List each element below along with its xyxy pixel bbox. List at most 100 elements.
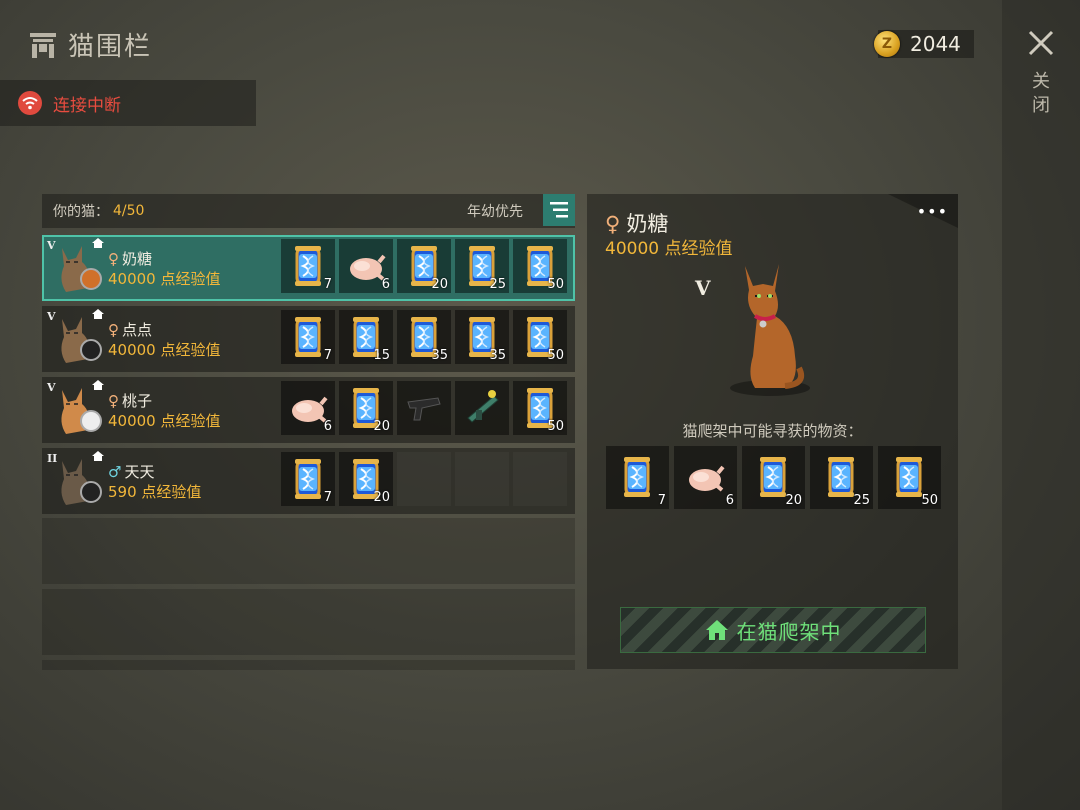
cat-xp: 40000 点经验值 [108,412,221,430]
more-options-button[interactable]: ••• [917,202,948,221]
in-cat-tree-label: 在猫爬架中 [736,619,842,644]
coin-amount: 2044 [910,32,961,56]
item-quantity: 7 [657,493,666,508]
home-icon [92,380,104,390]
item-slot-chicken[interactable]: 6 [339,239,393,293]
female-icon: ♀ [108,321,119,339]
female-icon: ♀ [605,212,621,236]
item-slot-dna[interactable]: 20 [339,452,393,506]
sort-label[interactable]: 年幼优先 [467,201,523,221]
cat-count: 4/50 [113,203,145,219]
item-slot-dna[interactable]: 20 [339,381,393,435]
item-slot-dna[interactable]: 7 [606,446,669,509]
item-slot-chicken[interactable]: 6 [281,381,335,435]
cat-rank: II [47,452,58,465]
item-quantity: 50 [921,493,938,508]
detail-xp: 40000 点经验值 [605,239,733,259]
empty-item-slot [397,452,451,506]
item-quantity: 50 [547,348,564,363]
in-cat-tree-status[interactable]: 在猫爬架中 [620,607,926,653]
cat-name: ♀ 桃子 [108,392,153,410]
item-slot-dna[interactable]: 35 [455,310,509,364]
close-button[interactable] [1026,28,1056,58]
item-slot-dna[interactable]: 50 [878,446,941,509]
loot-slots: 7 6 20 25 50 [606,446,941,509]
page-header: 猫围栏 [28,26,152,63]
cat-item-slots: 7 6 20 25 50 [281,239,567,293]
item-slot-dna[interactable]: 7 [281,310,335,364]
cat-name: ♀ 点点 [108,321,153,339]
cat-xp: 40000 点经验值 [108,341,221,359]
item-quantity: 7 [323,348,332,363]
item-quantity: 25 [489,277,506,292]
close-label[interactable]: 关闭 [1030,70,1052,118]
item-slot-dna[interactable]: 20 [742,446,805,509]
ball-icon [80,410,102,432]
item-slot-launcher[interactable] [455,381,509,435]
cat-rank: V [47,310,56,323]
female-icon: ♀ [108,250,119,268]
item-quantity: 25 [853,493,870,508]
item-slot-dna[interactable]: 20 [397,239,451,293]
cat-item-slots: 7 15 35 35 50 [281,310,567,364]
cat-name: ♀ 奶糖 [108,250,153,268]
cat-row[interactable]: V ♀ 奶糖 40000 点经验值 7 6 20 25 50 [42,235,575,301]
sort-button[interactable] [543,194,575,226]
item-quantity: 6 [381,277,390,292]
empty-slot-row[interactable] [42,589,575,655]
item-slot-dna[interactable]: 15 [339,310,393,364]
page-title: 猫围栏 [68,32,153,62]
male-icon: ♂ [108,463,122,481]
item-slot-dna[interactable]: 25 [810,446,873,509]
cat-row[interactable]: II ♂ 天天 590 点经验值 7 20 [42,448,575,514]
item-slot-dna[interactable]: 7 [281,239,335,293]
list-header: 你的猫： 4/50 年幼优先 [42,194,575,228]
item-quantity: 20 [785,493,802,508]
home-icon [92,309,104,319]
wifi-off-icon [18,91,42,115]
ball-icon [80,268,102,290]
sort-icon [550,202,568,218]
cat-xp: 40000 点经验值 [108,270,221,288]
connection-status: 连接中断 [0,80,256,126]
side-panel [1002,0,1080,810]
item-quantity: 15 [373,348,390,363]
item-quantity: 35 [489,348,506,363]
item-quantity: 20 [431,277,448,292]
item-quantity: 20 [373,419,390,434]
ball-icon [80,339,102,361]
item-slot-chicken[interactable]: 6 [674,446,737,509]
item-slot-dna[interactable]: 35 [397,310,451,364]
female-icon: ♀ [108,392,119,410]
empty-slot-row[interactable] [42,518,575,584]
cat-item-slots: 7 20 [281,452,567,506]
cat-rank: V [47,239,56,252]
item-slot-smg[interactable] [397,381,451,435]
item-quantity: 50 [547,277,564,292]
cat-row[interactable]: V ♀ 桃子 40000 点经验值 6 20 50 [42,377,575,443]
empty-slot-row[interactable] [42,660,575,670]
empty-item-slot [455,452,509,506]
coin-counter: Z 2044 [874,30,974,58]
item-quantity: 7 [323,490,332,505]
item-quantity: 7 [323,277,332,292]
item-slot-dna[interactable]: 50 [513,381,567,435]
ball-icon [80,481,102,503]
item-slot-dna[interactable]: 50 [513,310,567,364]
home-icon [705,620,728,640]
item-slot-dna[interactable]: 25 [455,239,509,293]
cat-list: 你的猫： 4/50 年幼优先 V ♀ 奶糖 40000 点经验值 7 6 20 25 50 V ♀ 点… [42,194,575,670]
close-icon [1028,30,1054,56]
item-slot-dna[interactable]: 50 [513,239,567,293]
detail-name-text: 奶糖 [626,212,669,236]
cat-name: ♂ 天天 [108,463,155,481]
item-slot-dna[interactable]: 7 [281,452,335,506]
cat-row[interactable]: V ♀ 点点 40000 点经验值 7 15 35 35 50 [42,306,575,372]
detail-rank: V [695,276,711,300]
home-icon [92,238,104,248]
empty-item-slot [513,452,567,506]
home-icon [92,451,104,461]
cat-portrait [730,264,810,396]
cat-xp: 590 点经验值 [108,483,202,501]
item-quantity: 20 [373,490,390,505]
